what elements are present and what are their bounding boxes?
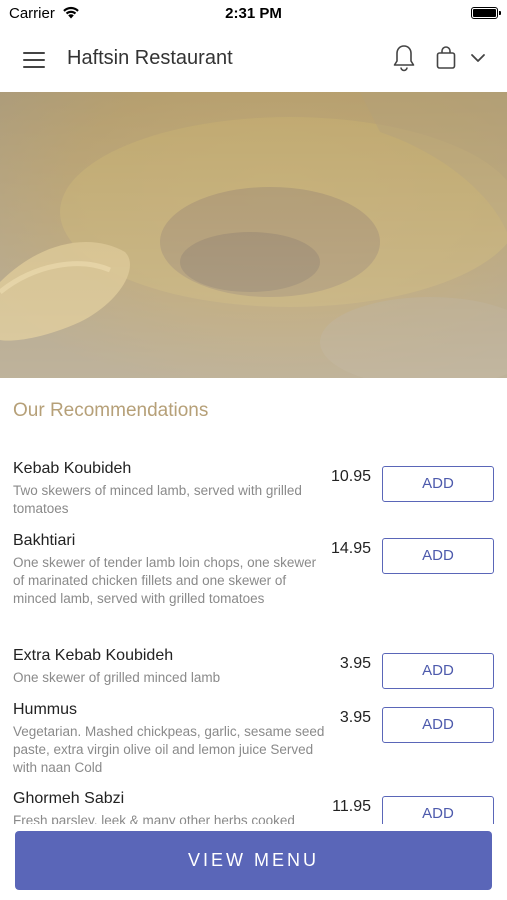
item-description: One skewer of grilled minced lamb xyxy=(13,670,221,685)
item-name: Extra Kebab Koubideh xyxy=(13,647,174,664)
app-header: Haftsin Restaurant xyxy=(0,28,507,92)
item-description: Fresh parsley, leek & many other herbs c… xyxy=(13,813,295,824)
item-price: 14.95 xyxy=(330,540,371,557)
item-price: 11.95 xyxy=(332,798,371,815)
add-button[interactable]: ADD xyxy=(382,466,494,502)
clock: 2:31 PM xyxy=(225,5,282,22)
item-description: One skewer of tender lamb loin chops, on… xyxy=(13,555,317,606)
bell-icon[interactable] xyxy=(392,44,416,72)
section-title: Our Recommendations xyxy=(13,400,209,421)
battery-icon xyxy=(471,7,501,19)
hero-food-image xyxy=(0,92,507,378)
add-button[interactable]: ADD xyxy=(382,653,494,689)
item-name: Ghormeh Sabzi xyxy=(13,790,125,807)
restaurant-title: Haftsin Restaurant xyxy=(67,47,233,69)
menu-icon[interactable] xyxy=(23,52,45,68)
shopping-bag-icon[interactable] xyxy=(435,46,457,70)
item-name: Hummus xyxy=(13,701,78,718)
chevron-down-icon[interactable] xyxy=(470,52,486,64)
item-price: 10.95 xyxy=(330,468,371,485)
view-menu-button[interactable]: VIEW MENU xyxy=(15,831,492,890)
add-button[interactable]: ADD xyxy=(382,707,494,743)
add-button[interactable]: ADD xyxy=(382,796,494,824)
item-description: Two skewers of minced lamb, served with … xyxy=(13,483,302,516)
item-price: 3.95 xyxy=(339,709,371,726)
item-price: 3.95 xyxy=(339,655,371,672)
item-name: Bakhtiari xyxy=(13,532,76,549)
status-bar: Carrier 2:31 PM xyxy=(0,0,507,28)
add-button[interactable]: ADD xyxy=(382,538,494,574)
item-name: Kebab Koubideh xyxy=(13,460,132,477)
item-description: Vegetarian. Mashed chickpeas, garlic, se… xyxy=(13,724,325,775)
menu-list: Kebab Koubideh Two skewers of minced lam… xyxy=(0,460,507,824)
